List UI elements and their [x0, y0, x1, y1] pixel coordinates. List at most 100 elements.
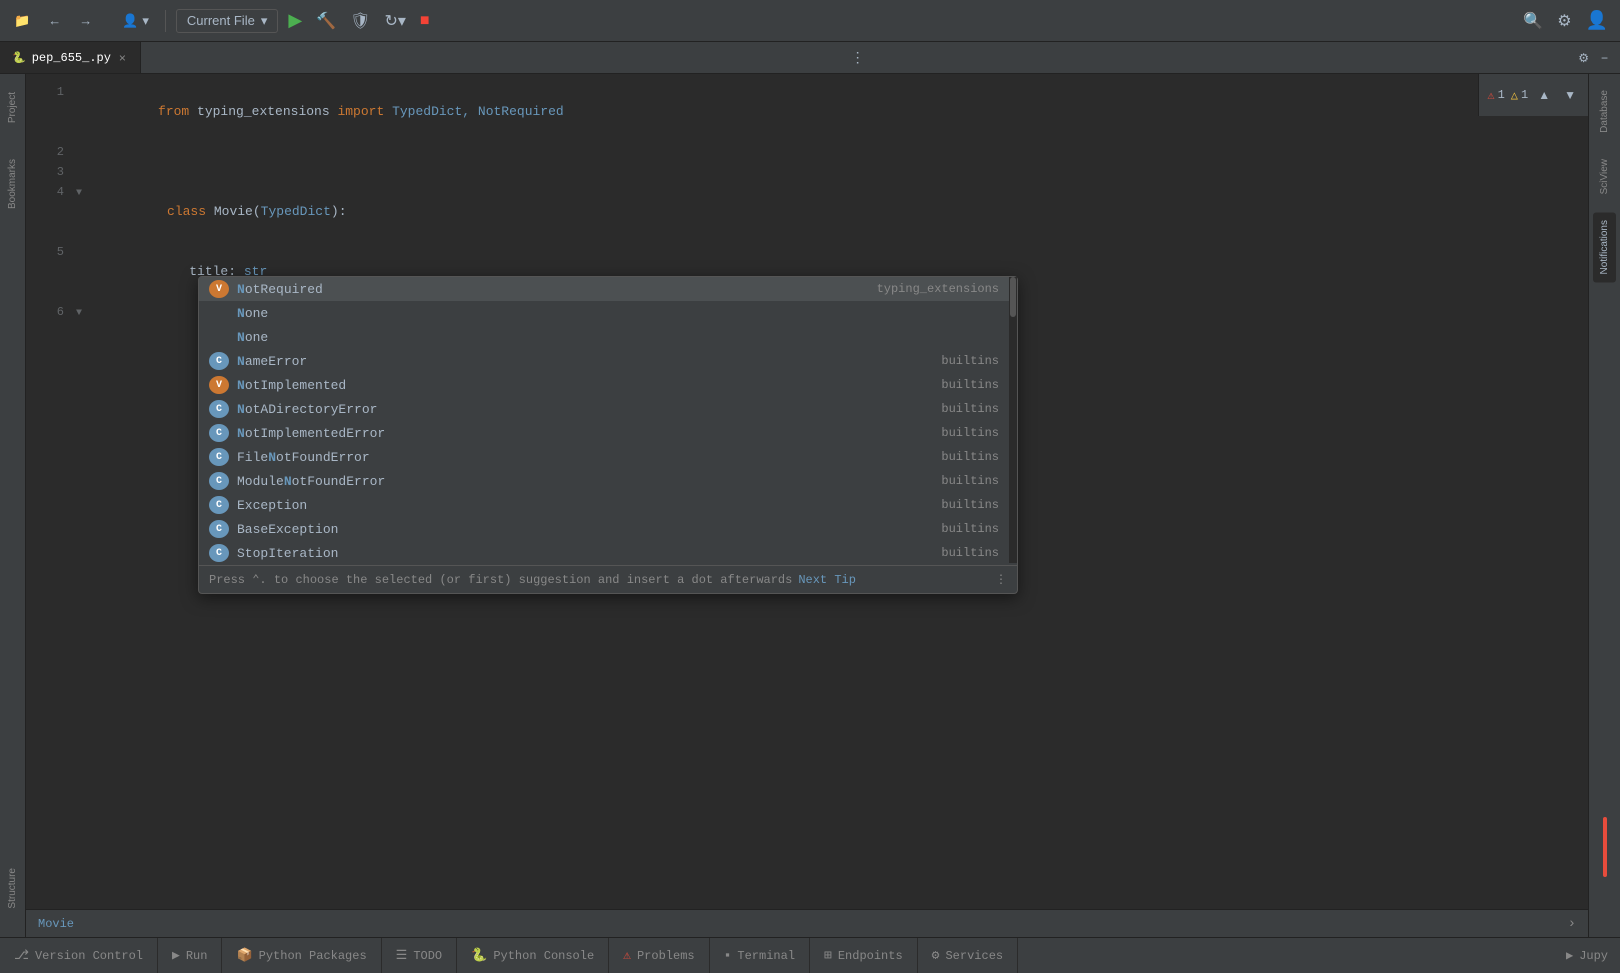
tab-bar: 🐍 pep_655_.py × ⋮ ⚙ − — [0, 42, 1620, 74]
ac-source-nameerror: builtins — [941, 354, 1007, 368]
terminal-label: Terminal — [737, 949, 795, 963]
ac-icon-c-stopiteration: C — [209, 544, 229, 562]
ac-source-exception: builtins — [941, 498, 1007, 512]
ac-text-baseexception: BaseException — [237, 522, 338, 537]
ac-highlight-n6: N — [237, 426, 245, 441]
ac-rest-modulenotfound: otFoundError — [292, 474, 386, 489]
tab-close-button[interactable]: × — [117, 51, 128, 65]
todo-label: TODO — [413, 949, 442, 963]
autocomplete-item-baseexception[interactable]: C BaseException builtins — [199, 517, 1017, 541]
minimize-button[interactable]: − — [1597, 47, 1612, 69]
tip-menu-button[interactable]: ⋮ — [995, 572, 1007, 587]
sidebar-item-database[interactable]: Database — [1593, 82, 1616, 141]
autocomplete-item-stopiteration[interactable]: C StopIteration builtins — [199, 541, 1017, 565]
bottom-tab-terminal[interactable]: ▪ Terminal — [710, 938, 810, 973]
autocomplete-item-notimplemented[interactable]: V NotImplemented builtins — [199, 373, 1017, 397]
build-button[interactable]: 🔨 — [312, 7, 340, 35]
tab-filename: pep_655_.py — [32, 51, 111, 65]
tab-menu-button[interactable]: ⋮ — [845, 49, 871, 66]
stop-button[interactable]: ■ — [416, 8, 434, 34]
autocomplete-item-notrequired[interactable]: V NotRequired typing_extensions — [199, 277, 1017, 301]
ac-name-notadirectoryerror: NotADirectoryError — [237, 402, 941, 417]
ac-name-notimplementederror: NotImplementedError — [237, 426, 941, 441]
line-number-1: 1 — [26, 82, 76, 102]
autocomplete-item-none-1[interactable]: None — [199, 301, 1017, 325]
coverage-button[interactable]: 🛡 — [346, 7, 374, 35]
autocomplete-scrollbar[interactable] — [1009, 277, 1017, 563]
search-icon: 🔍 — [1523, 11, 1543, 31]
ac-rest-notrequired: otRequired — [245, 282, 323, 297]
bottom-tab-todo[interactable]: ☰ TODO — [382, 938, 457, 973]
bottom-tab-run[interactable]: ▶ Run — [158, 938, 222, 973]
code-line-3: 3 — [26, 162, 1588, 182]
run-button[interactable]: ▶ — [284, 6, 306, 35]
autocomplete-item-notadirectoryerror[interactable]: C NotADirectoryError builtins — [199, 397, 1017, 421]
sidebar-item-structure[interactable]: Structure — [1, 860, 24, 917]
right-sidebar: Database SciView Notifications — [1588, 74, 1620, 937]
nav-folder-button[interactable]: 📁 — [8, 9, 36, 33]
autocomplete-item-none-2[interactable]: None — [199, 325, 1017, 349]
ac-rest-notimplemented: otImplemented — [245, 378, 346, 393]
tab-pep655[interactable]: 🐍 pep_655_.py × — [0, 42, 141, 73]
ac-rest-filenotfound: otFoundError — [276, 450, 370, 465]
sidebar-item-bookmarks[interactable]: Bookmarks — [1, 151, 24, 217]
run-config-label: Current File — [187, 13, 255, 28]
ac-highlight-n2: N — [237, 330, 245, 345]
ac-source-stopiteration: builtins — [941, 546, 1007, 560]
sidebar-item-notifications[interactable]: Notifications — [1593, 212, 1616, 282]
ac-icon-c-filenotfound: C — [209, 448, 229, 466]
autocomplete-popup: V NotRequired typing_extensions None — [198, 276, 1018, 594]
reload-button[interactable]: ↻ ▾ — [380, 7, 409, 35]
line-code-4: class Movie(TypedDict): — [85, 182, 1588, 242]
nav-back-button[interactable]: ← — [42, 9, 67, 32]
fold-icon-4[interactable]: ▼ — [76, 184, 85, 204]
ac-highlight-n7: N — [268, 450, 276, 465]
expand-icon[interactable]: › — [1568, 916, 1576, 932]
settings-button[interactable]: ⚙ — [1553, 7, 1575, 35]
line-number-6: 6 — [26, 302, 76, 322]
autocomplete-item-modulenotfounderror[interactable]: C ModuleNotFoundError builtins — [199, 469, 1017, 493]
code-line-2: 2 — [26, 142, 1588, 162]
autocomplete-item-nameerror[interactable]: C NameError builtins — [199, 349, 1017, 373]
settings-tab-button[interactable]: ⚙ — [1574, 47, 1593, 69]
autocomplete-item-exception[interactable]: C Exception builtins — [199, 493, 1017, 517]
ac-rest-none-1: one — [245, 306, 268, 321]
jupyter-button[interactable]: ▶ Jupy — [1554, 938, 1620, 973]
tip-next-link[interactable]: Next Tip — [798, 573, 856, 587]
sidebar-item-project[interactable]: Project — [1, 84, 24, 131]
back-icon: ← — [48, 13, 61, 28]
ac-highlight-n1: N — [237, 306, 245, 321]
bottom-tab-problems[interactable]: ⚠ Problems — [609, 938, 709, 973]
module-name: typing_extensions — [197, 104, 330, 119]
breadcrumb-bar: Movie › — [26, 909, 1588, 937]
bottom-tab-version-control[interactable]: ⎇ Version Control — [0, 938, 158, 973]
packages-icon: 📦 — [236, 948, 252, 963]
packages-label: Python Packages — [259, 949, 367, 963]
bottom-tab-python-packages[interactable]: 📦 Python Packages — [222, 938, 381, 973]
search-button[interactable]: 🔍 — [1519, 7, 1547, 35]
user-dropdown-icon: ▾ — [142, 13, 149, 29]
ac-name-none-1: None — [237, 306, 999, 321]
sidebar-item-sciview[interactable]: SciView — [1593, 151, 1616, 202]
ac-name-nameerror: NameError — [237, 354, 941, 369]
user-button[interactable]: 👤 ▾ — [116, 9, 155, 33]
bottom-tab-endpoints[interactable]: ⊞ Endpoints — [810, 938, 918, 973]
build-icon: 🔨 — [316, 11, 336, 31]
profile-button[interactable]: 👤 — [1582, 6, 1612, 35]
run-config-button[interactable]: Current File ▾ — [176, 9, 278, 33]
editor-content[interactable]: 1 from typing_extensions import TypedDic… — [26, 74, 1588, 909]
bottom-tab-python-console[interactable]: 🐍 Python Console — [457, 938, 609, 973]
left-sidebar: Project Bookmarks Structure — [0, 74, 26, 937]
fold-icon-6[interactable]: ▼ — [76, 304, 85, 324]
autocomplete-item-notimplementederror[interactable]: C NotImplementedError builtins — [199, 421, 1017, 445]
python-console-label: Python Console — [493, 949, 594, 963]
nav-forward-button[interactable]: → — [73, 9, 98, 32]
folder-icon: 📁 — [14, 13, 30, 29]
bottom-tab-services[interactable]: ⚙ Services — [918, 938, 1018, 973]
ac-icon-c-baseexception: C — [209, 520, 229, 538]
ac-rest-notimplementederror: otImplementedError — [245, 426, 385, 441]
line-number-4: 4 — [26, 182, 76, 202]
todo-icon: ☰ — [396, 948, 408, 963]
breadcrumb-movie[interactable]: Movie — [38, 917, 74, 931]
autocomplete-item-filenotfounderror[interactable]: C FileNotFoundError builtins — [199, 445, 1017, 469]
